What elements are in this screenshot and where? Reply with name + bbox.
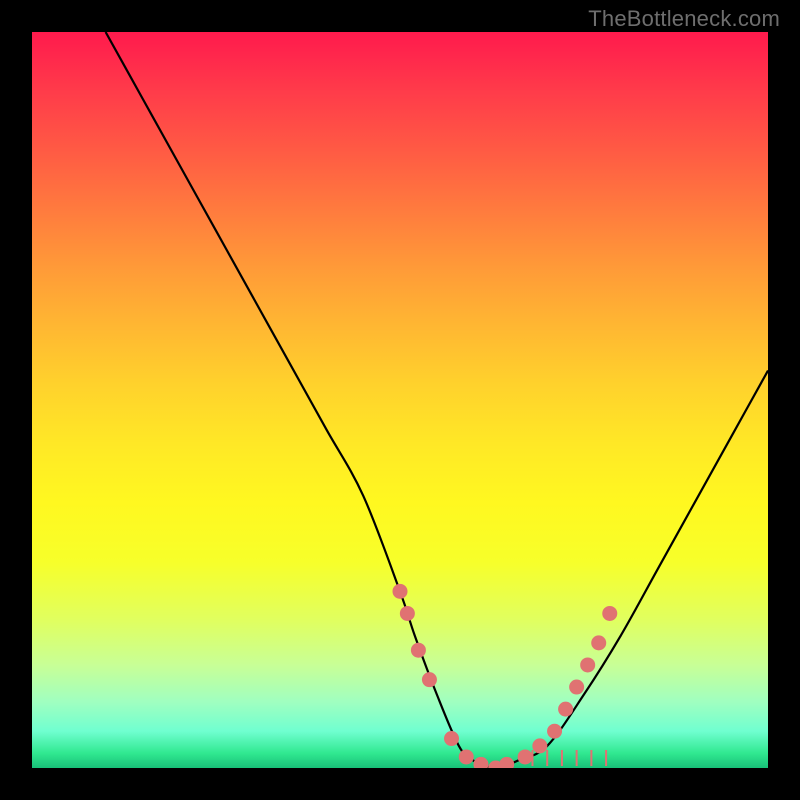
- highlight-dot: [459, 749, 474, 764]
- highlight-dot: [532, 738, 547, 753]
- highlight-dot: [591, 635, 606, 650]
- watermark-text: TheBottleneck.com: [588, 6, 780, 32]
- highlight-dot: [393, 584, 408, 599]
- chart-svg: [32, 32, 768, 768]
- highlight-dot: [602, 606, 617, 621]
- highlight-dot: [444, 731, 459, 746]
- bottleneck-curve: [106, 32, 768, 768]
- highlight-dot: [580, 657, 595, 672]
- marker-group: [393, 584, 618, 768]
- highlight-dot: [499, 757, 514, 768]
- plot-area: [32, 32, 768, 768]
- highlight-dot: [400, 606, 415, 621]
- highlight-dot: [518, 749, 533, 764]
- highlight-dot: [547, 724, 562, 739]
- highlight-dot: [422, 672, 437, 687]
- highlight-dot: [411, 643, 426, 658]
- chart-frame: TheBottleneck.com: [0, 0, 800, 800]
- highlight-dot: [558, 702, 573, 717]
- highlight-dot: [473, 757, 488, 768]
- highlight-dot: [569, 680, 584, 695]
